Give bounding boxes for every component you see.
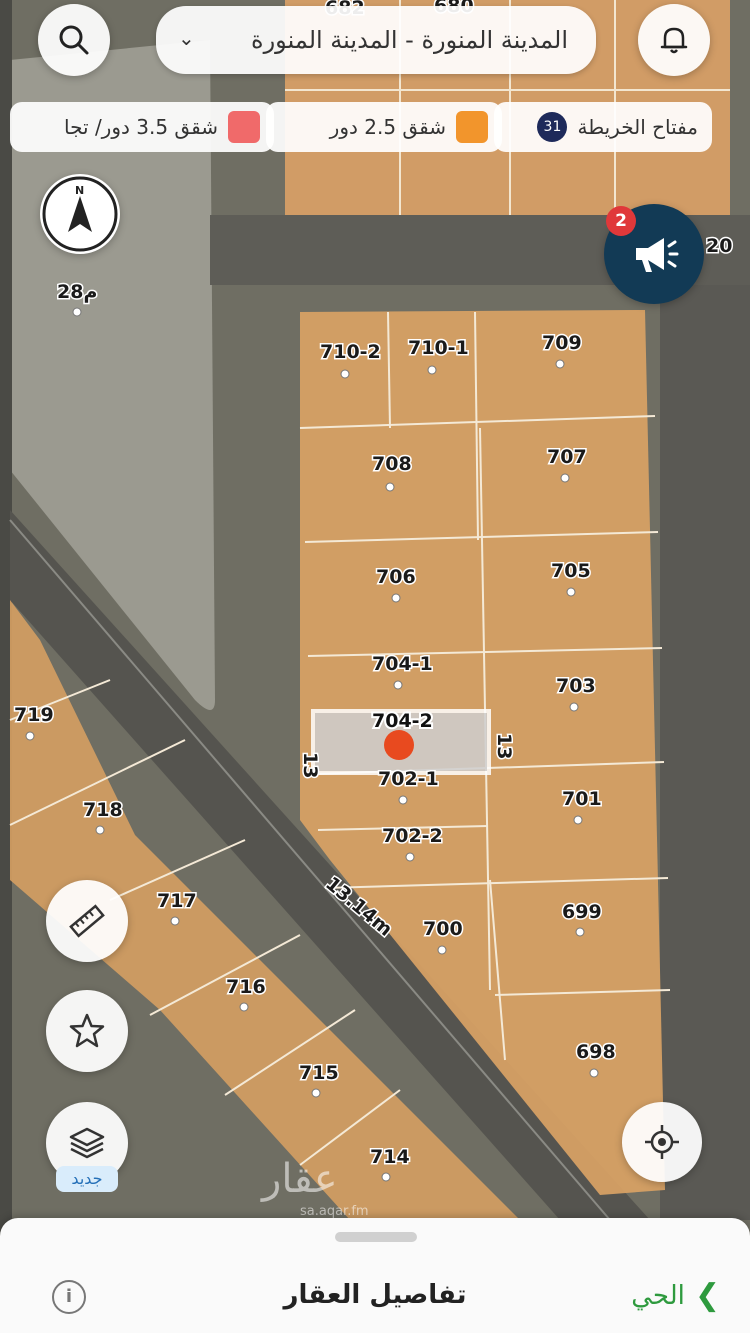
property-details-sheet[interactable]: i تفاصيل العقار ❮ الحي xyxy=(0,1218,750,1333)
side-measure-right: 13 xyxy=(493,733,515,759)
legend-label: شقق 2.5 دور xyxy=(329,115,446,139)
search-button[interactable] xyxy=(38,4,110,76)
parcel-label: 702-2 xyxy=(382,825,443,847)
parcel-label: 710-2 xyxy=(320,341,381,363)
parcel-label: 703 xyxy=(556,675,596,697)
legend-item-apartments-3-5[interactable]: شقق 3.5 دور/ تجا xyxy=(10,102,274,152)
neighborhood-link-label: الحي xyxy=(631,1280,685,1311)
map-key-badge: 31 xyxy=(537,112,568,142)
legend-item-apartments-2-5[interactable]: شقق 2.5 دور xyxy=(266,102,502,152)
side-measure-left: 13 xyxy=(299,752,321,778)
measure-button[interactable] xyxy=(46,880,128,962)
announcement-count-badge: 2 xyxy=(606,206,636,236)
crosshair-icon xyxy=(645,1125,679,1159)
parcel-label: 704-1 xyxy=(372,653,433,675)
parcel-label: 28م xyxy=(57,281,97,303)
parcel-label: 710-1 xyxy=(408,337,469,359)
legend-label: شقق 3.5 دور/ تجا xyxy=(64,115,218,139)
map-key-label: مفتاح الخريطة xyxy=(577,115,698,139)
sheet-grab-handle[interactable] xyxy=(335,1232,417,1242)
layers-icon xyxy=(69,1127,105,1159)
parcel-label: 705 xyxy=(551,560,591,582)
megaphone-icon xyxy=(636,238,679,272)
svg-text:عقار: عقار xyxy=(260,1156,338,1202)
parcel-label: 709 xyxy=(542,332,582,354)
notifications-button[interactable] xyxy=(638,4,710,76)
parcel-label: 698 xyxy=(576,1041,616,1063)
compass-button[interactable]: N xyxy=(40,174,120,254)
parcel-label: 717 xyxy=(157,890,197,912)
parcel-label: 715 xyxy=(299,1062,339,1084)
svg-text:sa.aqar.fm: sa.aqar.fm xyxy=(300,1204,369,1219)
legend-swatch xyxy=(456,111,488,143)
compass-icon: N xyxy=(42,176,118,252)
new-badge: جديد xyxy=(56,1166,118,1192)
parcel-label: 716 xyxy=(226,976,266,998)
parcel-label: 700 xyxy=(423,918,463,940)
parcel-label: 702-1 xyxy=(378,768,439,790)
parcel-label: 706 xyxy=(376,566,416,588)
chevron-right-icon: ❮ xyxy=(694,1278,720,1313)
legend-swatch xyxy=(228,111,260,143)
search-icon xyxy=(59,25,89,55)
map-key-button[interactable]: مفتاح الخريطة 31 xyxy=(494,102,712,152)
neighborhood-link[interactable]: ❮ الحي xyxy=(631,1278,720,1313)
ruler-icon xyxy=(69,904,105,938)
chevron-down-icon: ⌄ xyxy=(178,26,195,50)
favorite-button[interactable] xyxy=(46,990,128,1072)
star-icon xyxy=(69,1013,105,1048)
selected-parcel-marker[interactable] xyxy=(384,730,414,760)
parcel-label: 714 xyxy=(370,1146,410,1168)
parcel-label: 701 xyxy=(562,788,602,810)
location-text: المدينة المنورة - المدينة المنورة xyxy=(251,26,568,54)
parcel-label: 704-2 xyxy=(372,710,433,732)
location-search-bar[interactable]: ⌄ المدينة المنورة - المدينة المنورة xyxy=(156,6,596,74)
parcel-label: 718 xyxy=(83,799,123,821)
parcel-label: 708 xyxy=(372,453,412,475)
parcel-label: 707 xyxy=(547,446,587,468)
parcel-label: 719 xyxy=(14,704,54,726)
edge-label: 20 xyxy=(706,235,732,257)
parcel-label: 699 xyxy=(562,901,602,923)
bell-icon xyxy=(660,27,688,54)
svg-text:N: N xyxy=(75,184,84,197)
locate-me-button[interactable] xyxy=(622,1102,702,1182)
